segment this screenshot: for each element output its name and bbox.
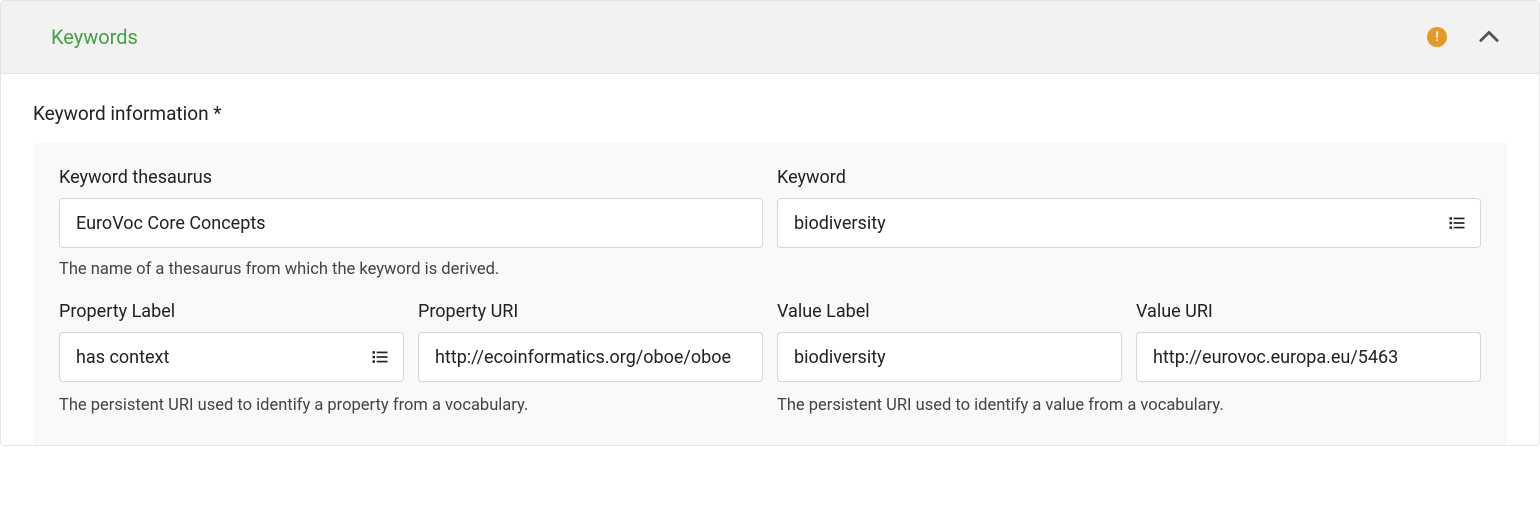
- section-title: Keyword information *: [33, 102, 1507, 125]
- property-uri-label: Property URI: [418, 301, 763, 322]
- warning-glyph: !: [1435, 30, 1439, 45]
- keyword-input[interactable]: [777, 198, 1481, 248]
- panel-title: Keywords: [51, 25, 138, 49]
- panel-header[interactable]: Keywords !: [1, 1, 1539, 74]
- value-label-label: Value Label: [777, 301, 1122, 322]
- property-label-label: Property Label: [59, 301, 404, 322]
- warning-icon: !: [1427, 27, 1447, 47]
- chevron-up-icon[interactable]: [1475, 23, 1503, 51]
- value-uri-label: Value URI: [1136, 301, 1481, 322]
- keyword-label: Keyword: [777, 167, 1481, 188]
- keywords-panel: Keywords ! Keyword information * Keyword…: [0, 0, 1540, 446]
- property-uri-input[interactable]: [418, 332, 763, 382]
- value-uri-input[interactable]: [1136, 332, 1481, 382]
- thesaurus-helper: The name of a thesaurus from which the k…: [59, 260, 763, 279]
- thesaurus-input[interactable]: [59, 198, 763, 248]
- panel-header-actions: !: [1427, 23, 1503, 51]
- panel-body: Keyword information * Keyword thesaurus …: [1, 74, 1539, 445]
- list-icon[interactable]: [1447, 213, 1467, 233]
- thesaurus-label: Keyword thesaurus: [59, 167, 763, 188]
- value-label-input[interactable]: [777, 332, 1122, 382]
- list-icon[interactable]: [370, 347, 390, 367]
- value-uri-helper: The persistent URI used to identify a va…: [777, 396, 1481, 415]
- property-label-input[interactable]: [59, 332, 404, 382]
- property-uri-helper: The persistent URI used to identify a pr…: [59, 396, 763, 415]
- keyword-card: Keyword thesaurus The name of a thesauru…: [33, 143, 1507, 445]
